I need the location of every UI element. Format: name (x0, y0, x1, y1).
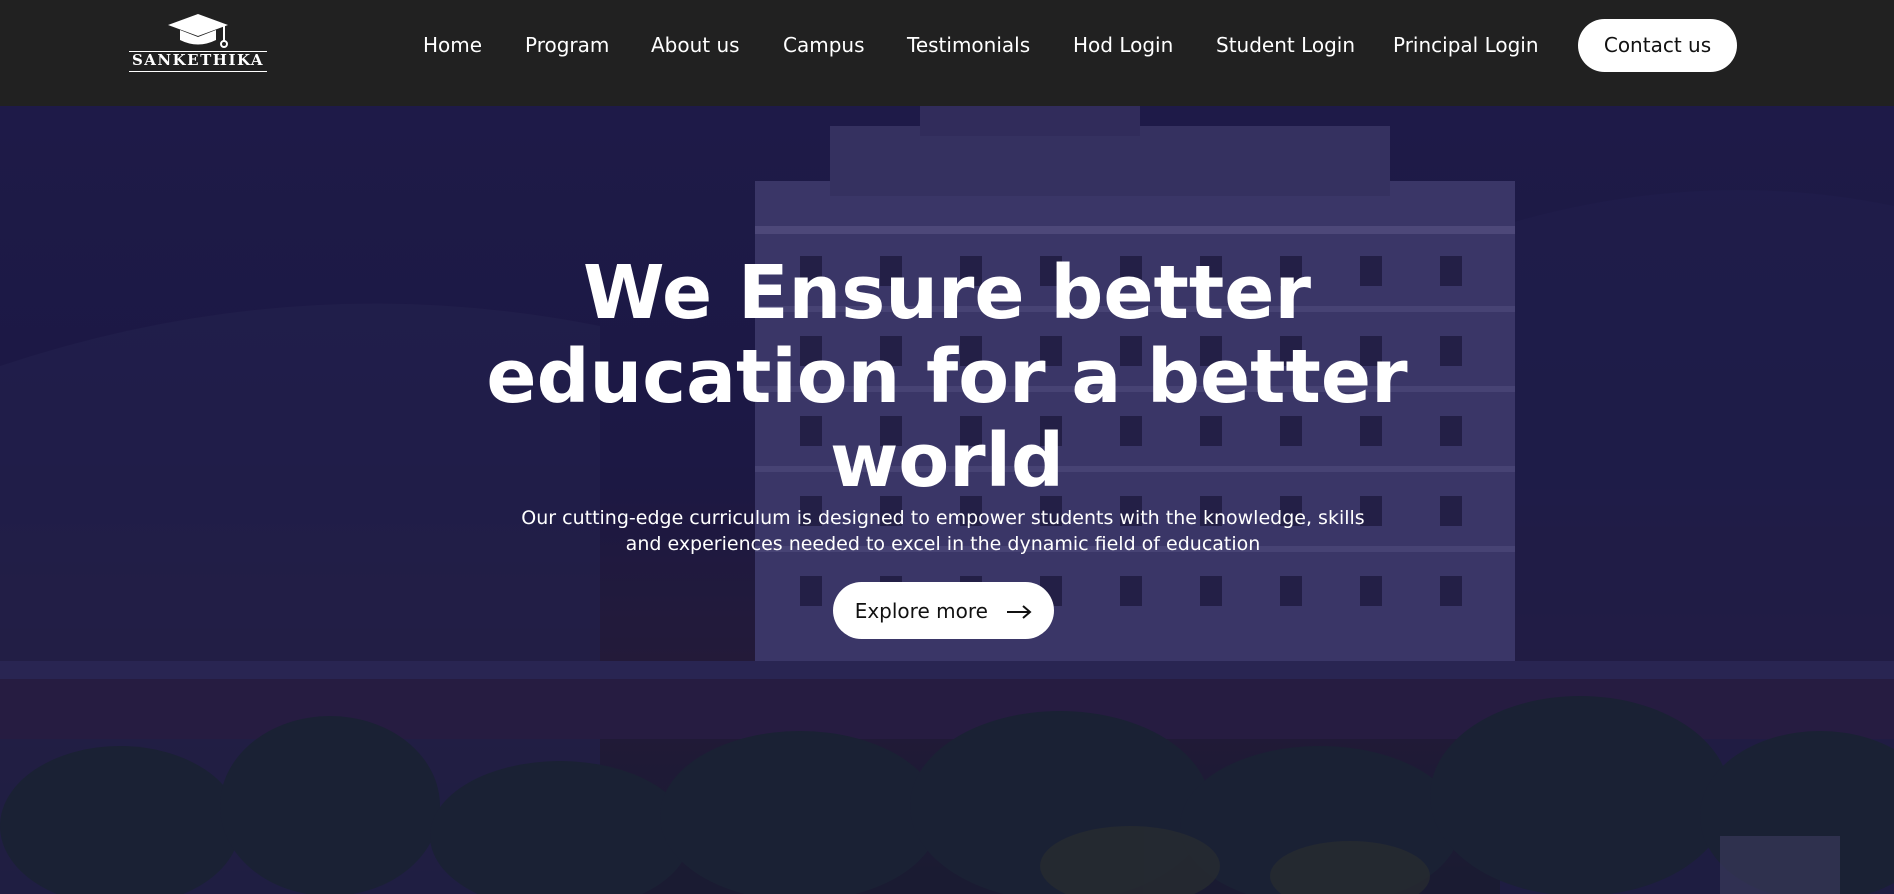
contact-us-button[interactable]: Contact us (1578, 19, 1737, 72)
brand-logo[interactable]: SANKETHIKA (128, 12, 270, 74)
nav-campus[interactable]: Campus (783, 30, 865, 60)
nav-program[interactable]: Program (525, 30, 609, 60)
top-navbar: SANKETHIKA Home Program About us Campus … (0, 0, 1894, 106)
explore-more-button[interactable]: Explore more (833, 582, 1054, 639)
brand-name: SANKETHIKA (131, 51, 265, 69)
explore-more-label: Explore more (854, 599, 988, 623)
graduation-cap-icon (168, 14, 228, 48)
hero-title: We Ensure better education for a better … (486, 250, 1408, 504)
nav-home[interactable]: Home (423, 30, 482, 60)
nav-testimonials[interactable]: Testimonials (907, 30, 1030, 60)
nav-student-login[interactable]: Student Login (1216, 30, 1355, 60)
logo-rule-bottom (129, 71, 267, 72)
hero-section: We Ensure better education for a better … (0, 106, 1894, 894)
nav-hod-login[interactable]: Hod Login (1073, 30, 1173, 60)
hero-subtitle: Our cutting-edge curriculum is designed … (521, 507, 1365, 555)
nav-principal-login[interactable]: Principal Login (1393, 30, 1539, 60)
nav-about-us[interactable]: About us (651, 30, 740, 60)
arrow-right-icon (1007, 604, 1032, 619)
